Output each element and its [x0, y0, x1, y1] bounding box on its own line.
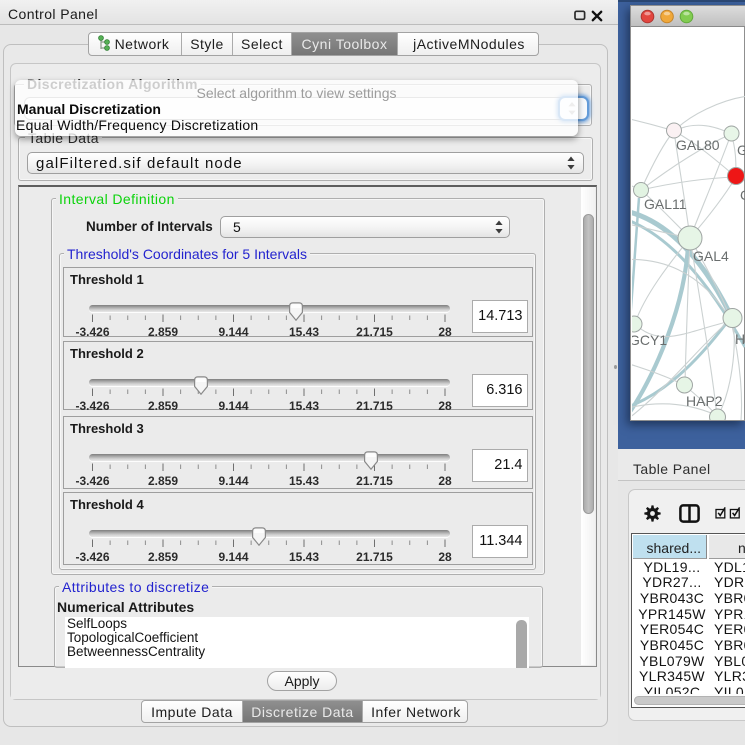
- svg-text:GAL11: GAL11: [644, 196, 687, 212]
- svg-text:HAP2: HAP2: [686, 393, 723, 409]
- svg-text:GA: GA: [737, 142, 745, 158]
- svg-text:H: H: [735, 331, 745, 347]
- svg-text:GCY1: GCY1: [632, 332, 667, 348]
- svg-text:GAL80: GAL80: [676, 137, 720, 153]
- svg-text:C: C: [740, 187, 745, 203]
- svg-text:GAL4: GAL4: [693, 248, 729, 264]
